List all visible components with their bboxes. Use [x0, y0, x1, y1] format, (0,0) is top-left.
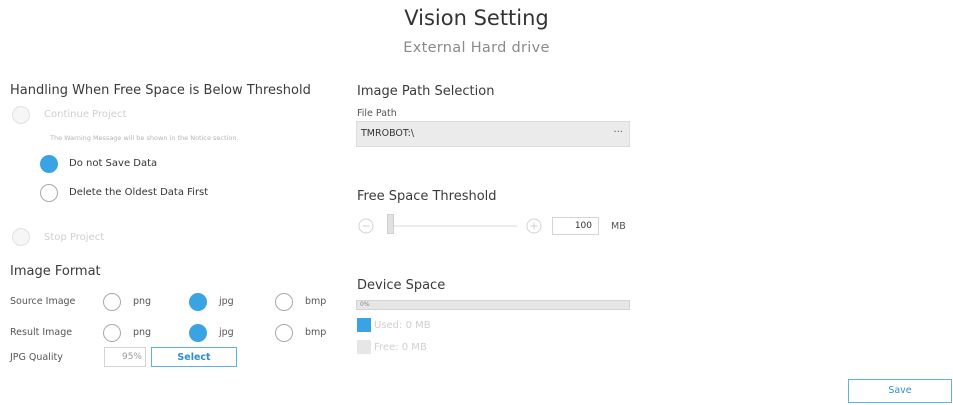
- image-format-heading: Image Format: [10, 264, 101, 279]
- page-title: Vision Setting: [404, 6, 549, 30]
- result-jpg-radio[interactable]: [189, 324, 207, 342]
- jpg-quality-label: JPG Quality: [10, 352, 63, 363]
- device-space-percent: 0%: [360, 301, 370, 308]
- do-not-save-radio[interactable]: [40, 155, 58, 173]
- file-path-field[interactable]: TMROBOT:\ ···: [356, 121, 630, 147]
- threshold-handling-heading: Handling When Free Space is Below Thresh…: [10, 83, 311, 98]
- used-legend-swatch: [357, 318, 371, 332]
- result-jpg-label: jpg: [219, 327, 234, 338]
- select-button[interactable]: Select: [151, 347, 237, 367]
- device-space-bar: 0%: [356, 300, 630, 310]
- minus-circle-icon[interactable]: [358, 218, 374, 234]
- file-path-value: TMROBOT:\: [361, 128, 415, 139]
- result-bmp-radio[interactable]: [275, 324, 293, 342]
- free-legend-swatch: [357, 340, 371, 354]
- free-legend-label: Free: 0 MB: [374, 342, 427, 353]
- plus-circle-icon[interactable]: [526, 218, 542, 234]
- save-button[interactable]: Save: [848, 379, 952, 403]
- page-subtitle: External Hard drive: [403, 40, 550, 56]
- source-jpg-label: jpg: [219, 296, 234, 307]
- do-not-save-label: Do not Save Data: [69, 158, 158, 169]
- image-path-heading: Image Path Selection: [357, 84, 495, 99]
- continue-project-radio[interactable]: [12, 106, 30, 124]
- delete-oldest-label: Delete the Oldest Data First: [69, 187, 209, 198]
- source-png-radio[interactable]: [103, 293, 121, 311]
- stop-project-label: Stop Project: [44, 232, 105, 243]
- source-jpg-radio[interactable]: [189, 293, 207, 311]
- threshold-slider-track[interactable]: [389, 225, 517, 227]
- threshold-slider-thumb[interactable]: [387, 214, 394, 234]
- file-path-label: File Path: [357, 108, 397, 119]
- result-bmp-label: bmp: [305, 327, 327, 338]
- result-png-radio[interactable]: [103, 324, 121, 342]
- stop-project-radio[interactable]: [12, 228, 30, 246]
- used-legend-label: Used: 0 MB: [374, 320, 431, 331]
- threshold-value-input[interactable]: 100: [552, 217, 599, 235]
- source-png-label: png: [133, 296, 152, 307]
- result-png-label: png: [133, 327, 152, 338]
- source-image-label: Source Image: [10, 296, 76, 307]
- threshold-unit: MB: [611, 221, 626, 232]
- warning-note: The Warning Message will be shown in the…: [50, 134, 239, 142]
- jpg-quality-input[interactable]: 95%: [104, 347, 146, 367]
- device-space-heading: Device Space: [357, 278, 446, 293]
- continue-project-label: Continue Project: [44, 109, 127, 120]
- result-image-label: Result Image: [10, 327, 73, 338]
- source-bmp-radio[interactable]: [275, 293, 293, 311]
- free-space-heading: Free Space Threshold: [357, 189, 497, 204]
- delete-oldest-radio[interactable]: [40, 184, 58, 202]
- source-bmp-label: bmp: [305, 296, 327, 307]
- browse-button[interactable]: ···: [613, 127, 623, 138]
